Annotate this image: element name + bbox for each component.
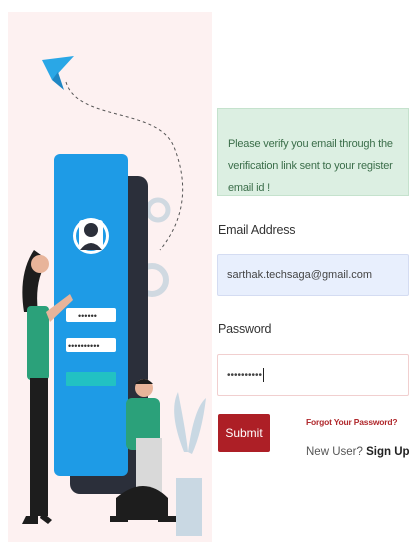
plant-icon — [174, 392, 206, 536]
login-illustration-panel: •••••• •••••••••• — [8, 12, 212, 542]
email-label: Email Address — [218, 223, 296, 237]
login-form: Please verify you email through the veri… — [217, 0, 410, 550]
password-value: •••••••••• — [227, 370, 263, 381]
email-value: sarthak.techsaga@gmail.com — [227, 269, 373, 281]
text-caret — [263, 368, 265, 383]
submit-button[interactable]: Submit — [218, 414, 270, 452]
verification-alert: Please verify you email through the veri… — [217, 108, 409, 196]
password-label: Password — [218, 322, 272, 336]
paper-plane-icon — [42, 56, 74, 90]
alert-message: Please verify you email through the veri… — [228, 138, 393, 194]
phone-username-mask: •••••• — [78, 311, 97, 321]
forgot-password-link[interactable]: Forgot Your Password? — [306, 417, 398, 427]
login-illustration: •••••• •••••••••• — [22, 56, 206, 536]
user-avatar-icon — [73, 218, 109, 254]
password-field[interactable]: •••••••••• — [217, 354, 409, 396]
sign-up-link[interactable]: Sign Up — [366, 446, 409, 458]
email-field[interactable]: sarthak.techsaga@gmail.com — [217, 254, 409, 296]
new-user-text: New User? Sign Up — [306, 446, 410, 458]
phone-password-mask: •••••••••• — [68, 341, 100, 351]
new-user-label: New User? — [306, 446, 363, 458]
